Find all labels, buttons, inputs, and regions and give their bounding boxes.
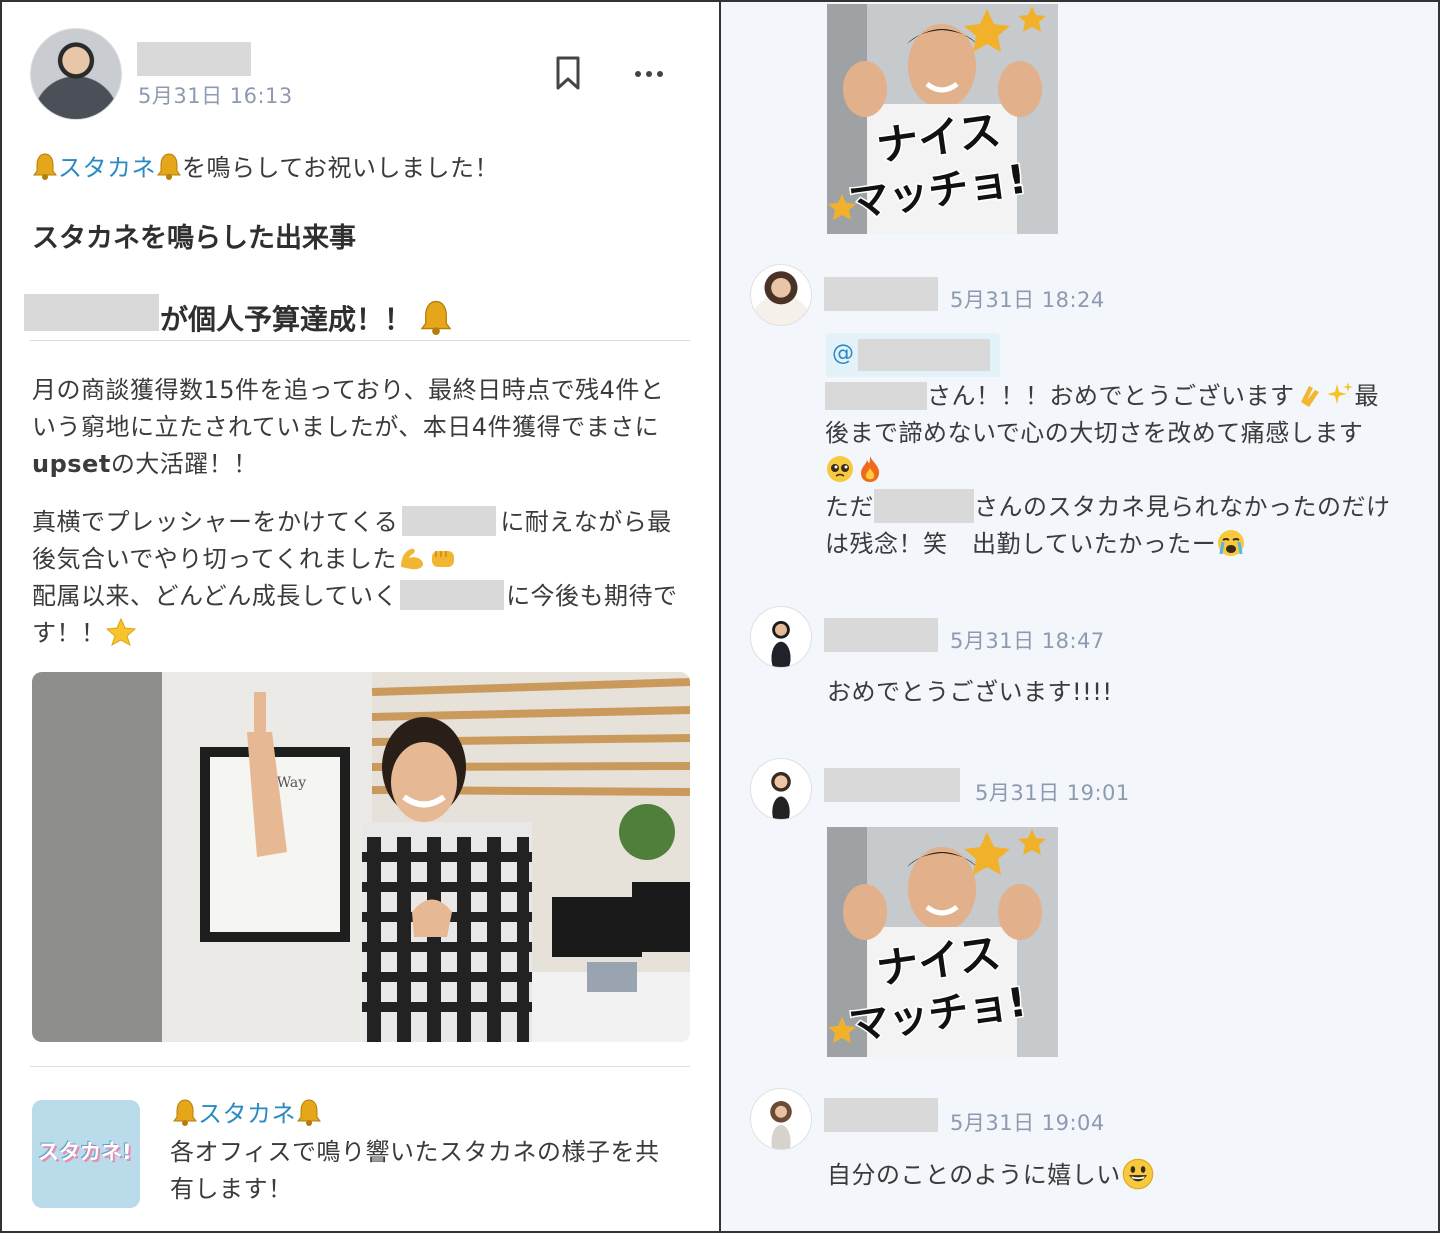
outer-frame [0, 0, 1440, 1233]
